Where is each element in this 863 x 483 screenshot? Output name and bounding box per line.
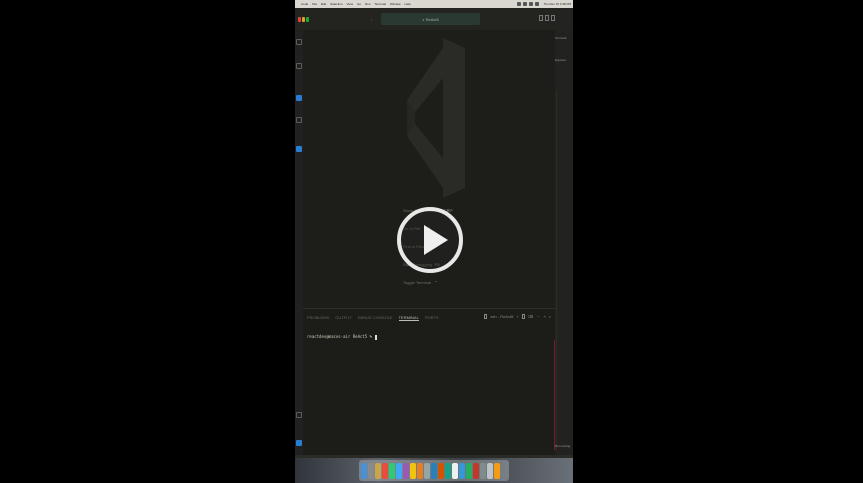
divider [556, 90, 557, 450]
dock-app-icon[interactable] [396, 462, 402, 479]
tab-ports[interactable]: PORTS [425, 315, 439, 321]
new-terminal-icon[interactable]: + [516, 314, 518, 319]
menu-item-go[interactable]: Go [357, 2, 361, 6]
dock-app-icon[interactable] [480, 462, 486, 479]
dock-app-icon[interactable] [494, 462, 500, 479]
mac-menu-bar: Code File Edit Selection View Go Run Ter… [295, 0, 573, 8]
tab-terminal[interactable]: TERMINAL [398, 315, 419, 321]
dock-app-icon[interactable] [438, 462, 444, 479]
secondary-sidebar: Terminal Explorer Run testing [555, 30, 573, 455]
tab-output[interactable]: OUTPUT [335, 315, 351, 321]
kill-terminal-icon[interactable]: ⌫ [528, 314, 534, 319]
play-icon [424, 225, 448, 255]
menu-item-selection[interactable]: Selection [330, 2, 342, 6]
close-window-icon[interactable] [298, 16, 301, 22]
back-arrow-icon[interactable]: ‹ [371, 17, 372, 22]
dock-app-icon[interactable] [382, 462, 388, 479]
menu-clock[interactable]: Thu Dec 15 2:38 PM [543, 2, 571, 6]
search-icon[interactable] [296, 63, 302, 69]
panel-tabs: PROBLEMS OUTPUT DEBUG CONSOLE TERMINAL P… [307, 315, 439, 321]
dock-app-icon[interactable] [375, 462, 381, 479]
tab-debug-console[interactable]: DEBUG CONSOLE [358, 315, 393, 321]
menu-item-file[interactable]: File [312, 2, 317, 6]
activity-bar [295, 30, 303, 455]
bottom-panel: PROBLEMS OUTPUT DEBUG CONSOLE TERMINAL P… [303, 308, 555, 456]
shortcut-toggle-terminal[interactable]: Toggle Terminal ⌃` [403, 280, 439, 285]
more-actions-icon[interactable]: ⋯ [536, 314, 540, 319]
control-center-icon[interactable] [535, 2, 540, 6]
title-bar: ‹ ⌕ ReAct5 [295, 8, 573, 30]
menu-item-edit[interactable]: Edit [321, 2, 326, 6]
menu-item-code[interactable]: Code [301, 2, 308, 6]
chevron-up-icon[interactable]: ˄ [543, 314, 545, 319]
extensions-icon[interactable] [296, 146, 302, 152]
dock-app-icon[interactable] [473, 462, 479, 479]
toggle-sidebar-icon[interactable] [539, 15, 543, 21]
terminal-output[interactable]: reactdev@macos-air ReAct5 % [307, 334, 378, 340]
dock-app-icon[interactable] [389, 462, 395, 479]
shortcut-label: Toggle Terminal [403, 280, 431, 285]
wifi-icon[interactable] [517, 2, 522, 6]
shortcut-key: ⌃` [433, 280, 439, 285]
toggle-panel-icon[interactable] [545, 15, 549, 21]
video-play-button[interactable] [397, 207, 463, 273]
vscode-logo-watermark [407, 38, 465, 198]
status-menu: Thu Dec 15 2:38 PM [517, 2, 573, 6]
dock-app-icon[interactable] [466, 462, 472, 479]
layout-controls [539, 15, 555, 21]
vscode-window: Code File Edit Selection View Go Run Ter… [295, 0, 573, 483]
close-panel-icon[interactable]: × [549, 314, 551, 319]
rightbar-label-terminal[interactable]: Terminal [555, 36, 566, 40]
dock-app-icon[interactable] [445, 462, 451, 479]
dock-app-icon[interactable] [424, 462, 430, 479]
terminal-scroll-indicator [554, 340, 555, 450]
zoom-window-icon[interactable] [306, 16, 309, 22]
terminal-cursor [375, 334, 378, 340]
menu-item-view[interactable]: View [347, 2, 353, 6]
dock-app-icon[interactable] [361, 462, 367, 479]
dock-app-icon[interactable] [403, 462, 409, 479]
explorer-icon[interactable] [296, 39, 302, 45]
terminal-prompt: reactdev@macos-air ReAct5 % [307, 334, 375, 339]
source-control-icon[interactable] [296, 95, 302, 101]
account-icon[interactable] [296, 412, 302, 418]
minimize-window-icon[interactable] [302, 16, 305, 22]
dock-app-icon[interactable] [452, 462, 458, 479]
menu-item-terminal[interactable]: Terminal [375, 2, 386, 6]
menu-item-window[interactable]: Window [390, 2, 401, 6]
command-center-search[interactable]: ⌕ ReAct5 [381, 13, 480, 25]
terminal-icon [484, 314, 488, 319]
dock-app-icon[interactable] [410, 462, 416, 479]
dock-app-icon[interactable] [417, 462, 423, 479]
split-terminal-icon[interactable] [521, 314, 525, 319]
rightbar-label-run[interactable]: Run testing [555, 444, 570, 448]
menu-item-help[interactable]: Help [405, 2, 411, 6]
dock-app-icon[interactable] [459, 462, 465, 479]
dock-app-icon[interactable] [368, 462, 374, 479]
mac-dock [359, 460, 509, 481]
dock-app-icon[interactable] [487, 462, 493, 479]
tab-problems[interactable]: PROBLEMS [307, 315, 329, 321]
dock-app-icon[interactable] [431, 462, 437, 479]
settings-gear-icon[interactable] [296, 440, 302, 446]
toggle-secondary-sidebar-icon[interactable] [551, 15, 555, 21]
run-debug-icon[interactable] [296, 117, 302, 123]
panel-actions: zsh - ReAct5 + ⌫ ⋯ ˄ × [484, 314, 551, 319]
rightbar-label-explorer[interactable]: Explorer [555, 58, 566, 62]
menu-item-run[interactable]: Run [365, 2, 371, 6]
search-icon[interactable] [529, 2, 534, 6]
battery-icon[interactable] [523, 2, 528, 6]
terminal-name[interactable]: zsh - ReAct5 [490, 314, 513, 319]
